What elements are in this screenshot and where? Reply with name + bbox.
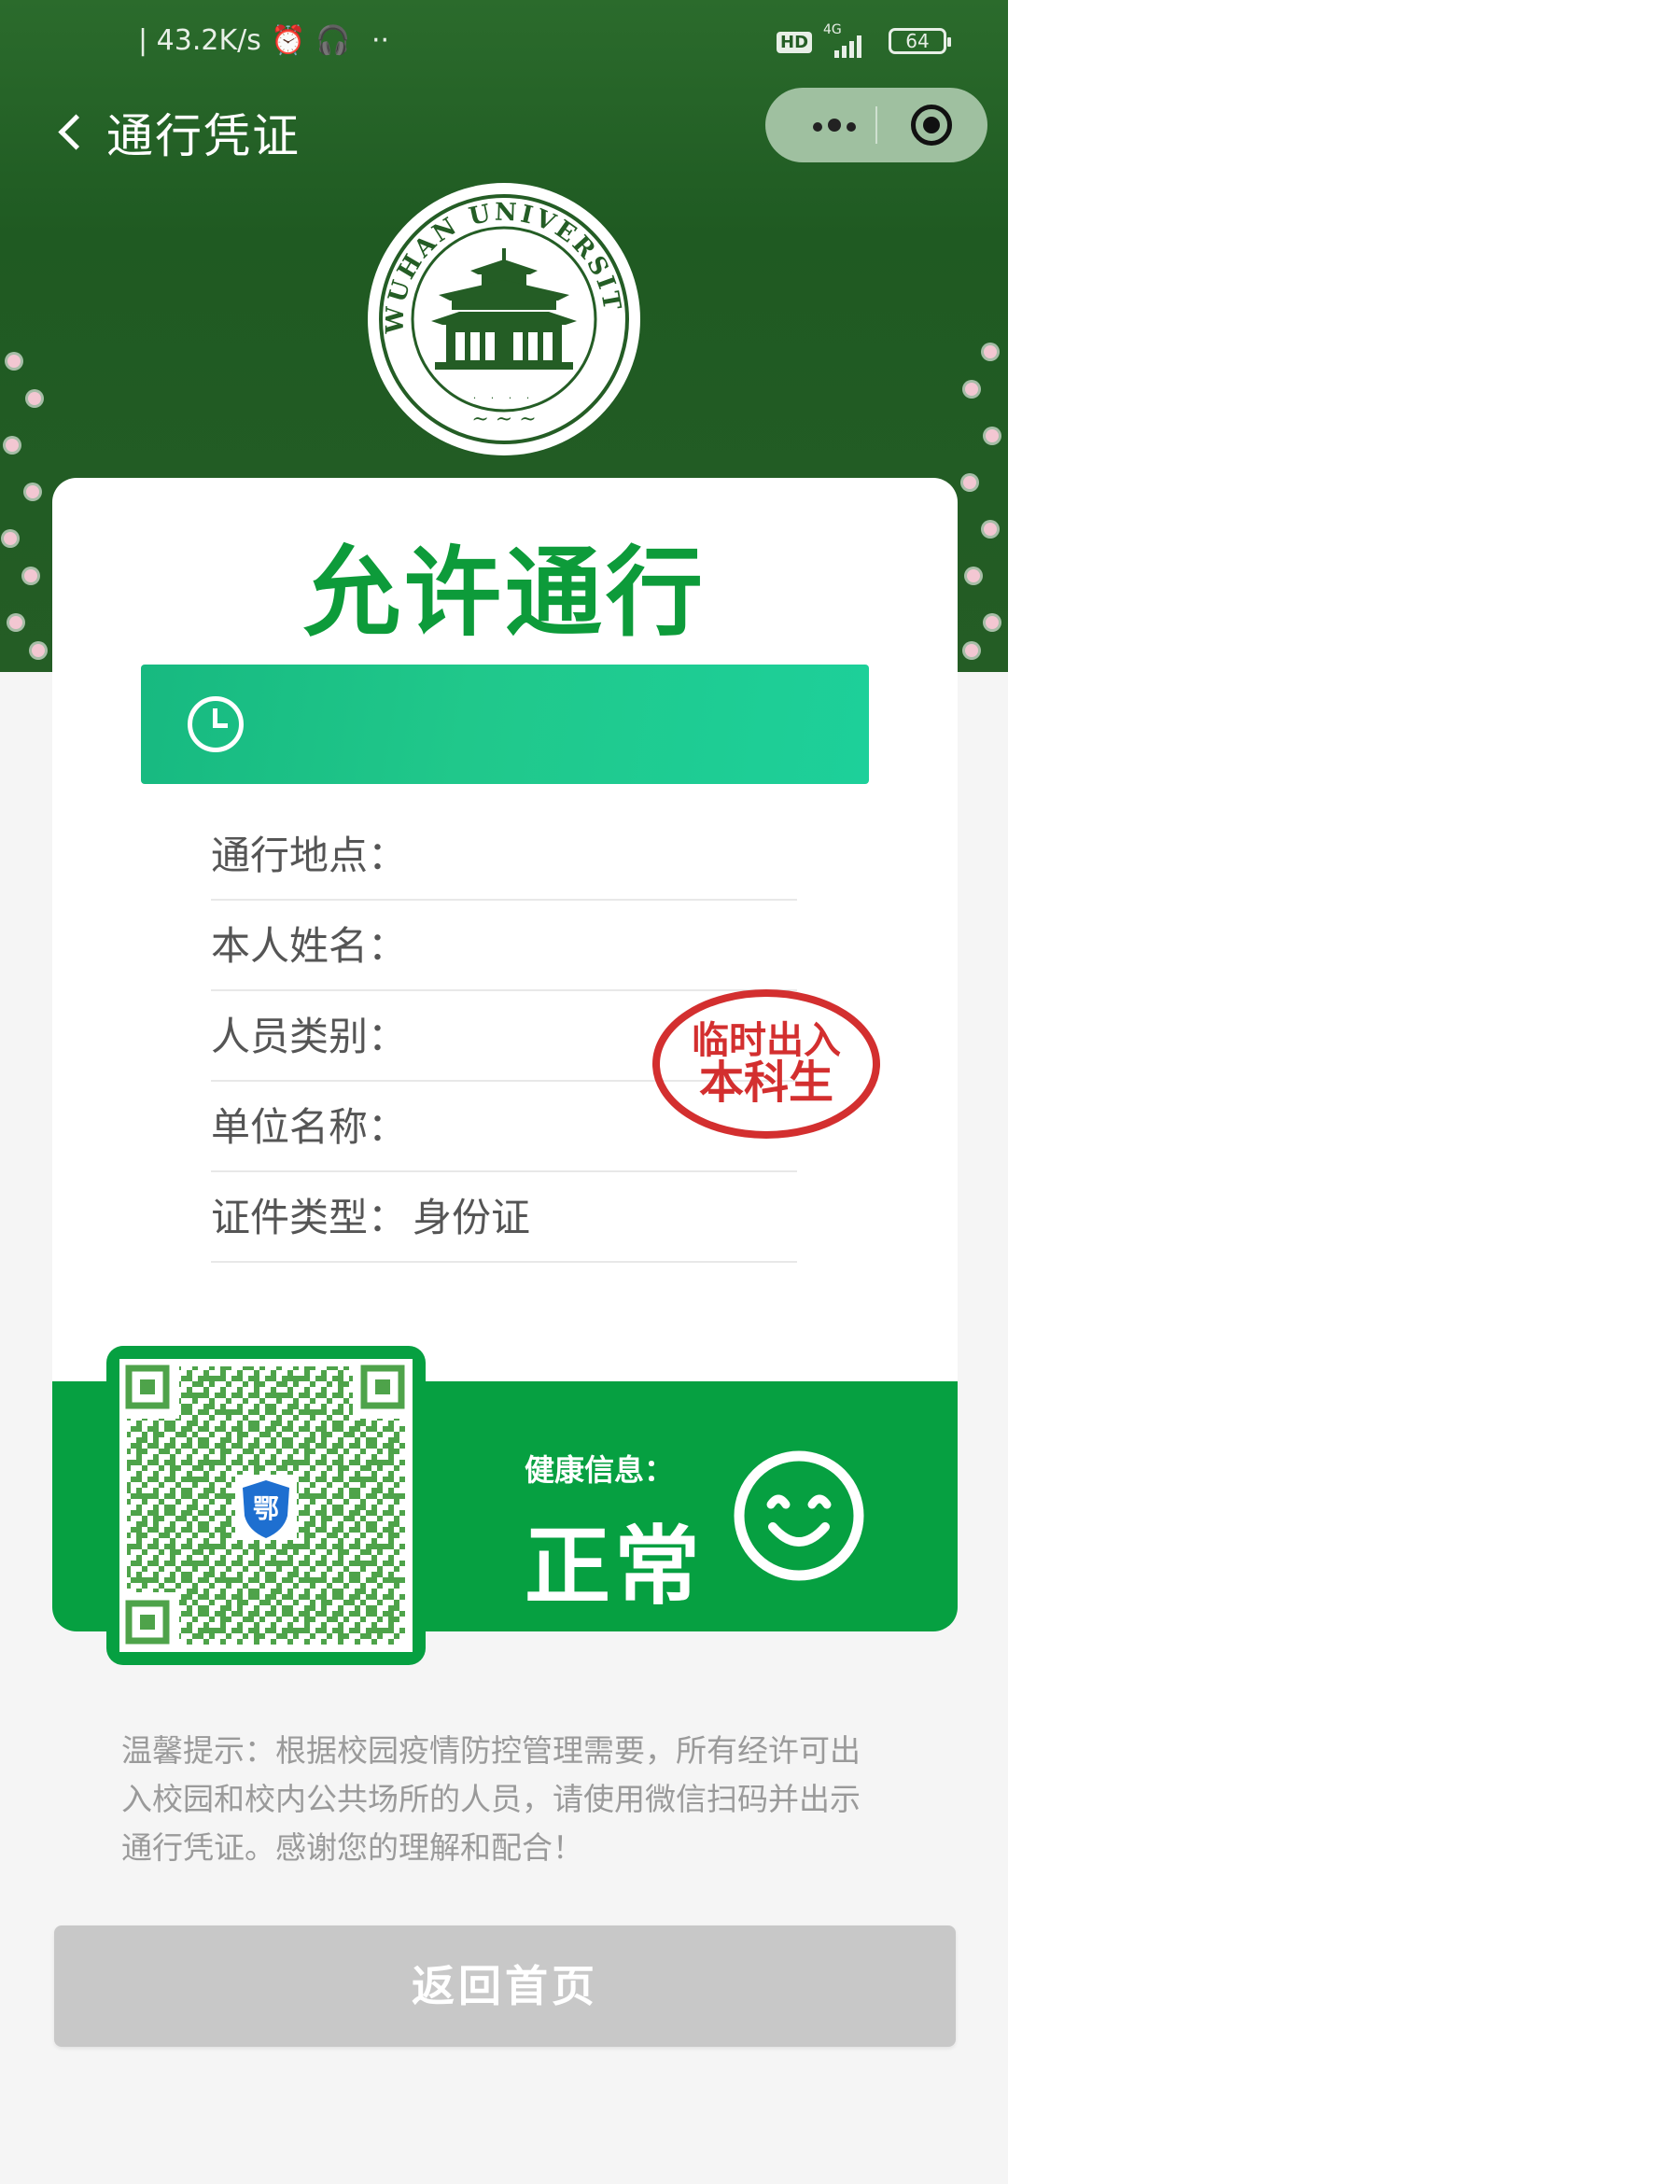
network-type: 4G	[823, 22, 842, 37]
temporary-entry-stamp: 临时出入 本科生	[652, 989, 880, 1139]
network-speed: | 43.2K/s	[138, 24, 261, 57]
alarm-icon: ⏰	[271, 24, 306, 57]
battery-level: 64	[905, 30, 930, 52]
svg-text:· · · ·: · · · ·	[473, 392, 535, 404]
info-row-location: 通行地点：	[211, 810, 797, 901]
nav-bar: 通行凭证	[0, 88, 1008, 168]
app-screen: | 43.2K/s ⏰ 🎧 ·· HD 4G 64 通行凭证 WUHAN UNI…	[0, 0, 1008, 2184]
info-row-id-type: 证件类型： 身份证	[211, 1172, 797, 1263]
notice-text: 温馨提示：根据校园疫情防控管理需要，所有经许可出入校园和校内公共场所的人员，请使…	[121, 1732, 861, 1866]
blossom-decoration-right	[952, 336, 1008, 672]
capsule-divider	[875, 106, 877, 144]
info-label: 通行地点：	[211, 833, 408, 878]
info-label: 单位名称：	[211, 1104, 408, 1150]
battery-icon: 64	[889, 28, 951, 54]
blossom-decoration-left	[0, 336, 56, 672]
qr-code-frame: 鄂	[106, 1346, 426, 1665]
info-label: 证件类型：	[211, 1195, 408, 1240]
svg-text:~ ~ ~: ~ ~ ~	[471, 408, 536, 431]
more-options-button[interactable]	[788, 88, 881, 162]
pass-card: 允许通行 通行地点： 本人姓名： 人员类别： 单位名称： 证件类型： 身份证 临…	[52, 478, 958, 1665]
info-label: 人员类别：	[211, 1014, 408, 1059]
qr-badge-text: 鄂	[253, 1493, 279, 1524]
back-button[interactable]	[54, 114, 88, 147]
info-label: 本人姓名：	[211, 923, 408, 969]
info-value: 身份证	[413, 1195, 531, 1240]
close-miniprogram-button[interactable]	[911, 105, 952, 146]
time-banner	[141, 665, 869, 784]
miniprogram-capsule	[765, 88, 987, 162]
more-notifications-icon: ··	[371, 24, 390, 57]
status-bar: | 43.2K/s ⏰ 🎧 ·· HD 4G 64	[0, 21, 1008, 67]
qr-code[interactable]: 鄂	[119, 1359, 413, 1652]
info-row-name: 本人姓名：	[211, 901, 797, 991]
smiley-face-icon	[734, 1450, 864, 1581]
stamp-line-2: 本科生	[699, 1057, 833, 1109]
clock-icon	[188, 696, 244, 752]
headphones-icon: 🎧	[315, 24, 351, 57]
page-title: 通行凭证	[106, 109, 301, 163]
health-status-value: 正常	[525, 1517, 705, 1617]
hd-icon: HD	[777, 32, 813, 53]
health-info-label: 健康信息：	[525, 1452, 675, 1488]
pass-status-title: 允许通行	[302, 536, 707, 650]
university-seal-logo: WUHAN UNIVERSITY · · · ·	[366, 181, 640, 455]
return-home-button[interactable]: 返回首页	[54, 1925, 956, 2047]
